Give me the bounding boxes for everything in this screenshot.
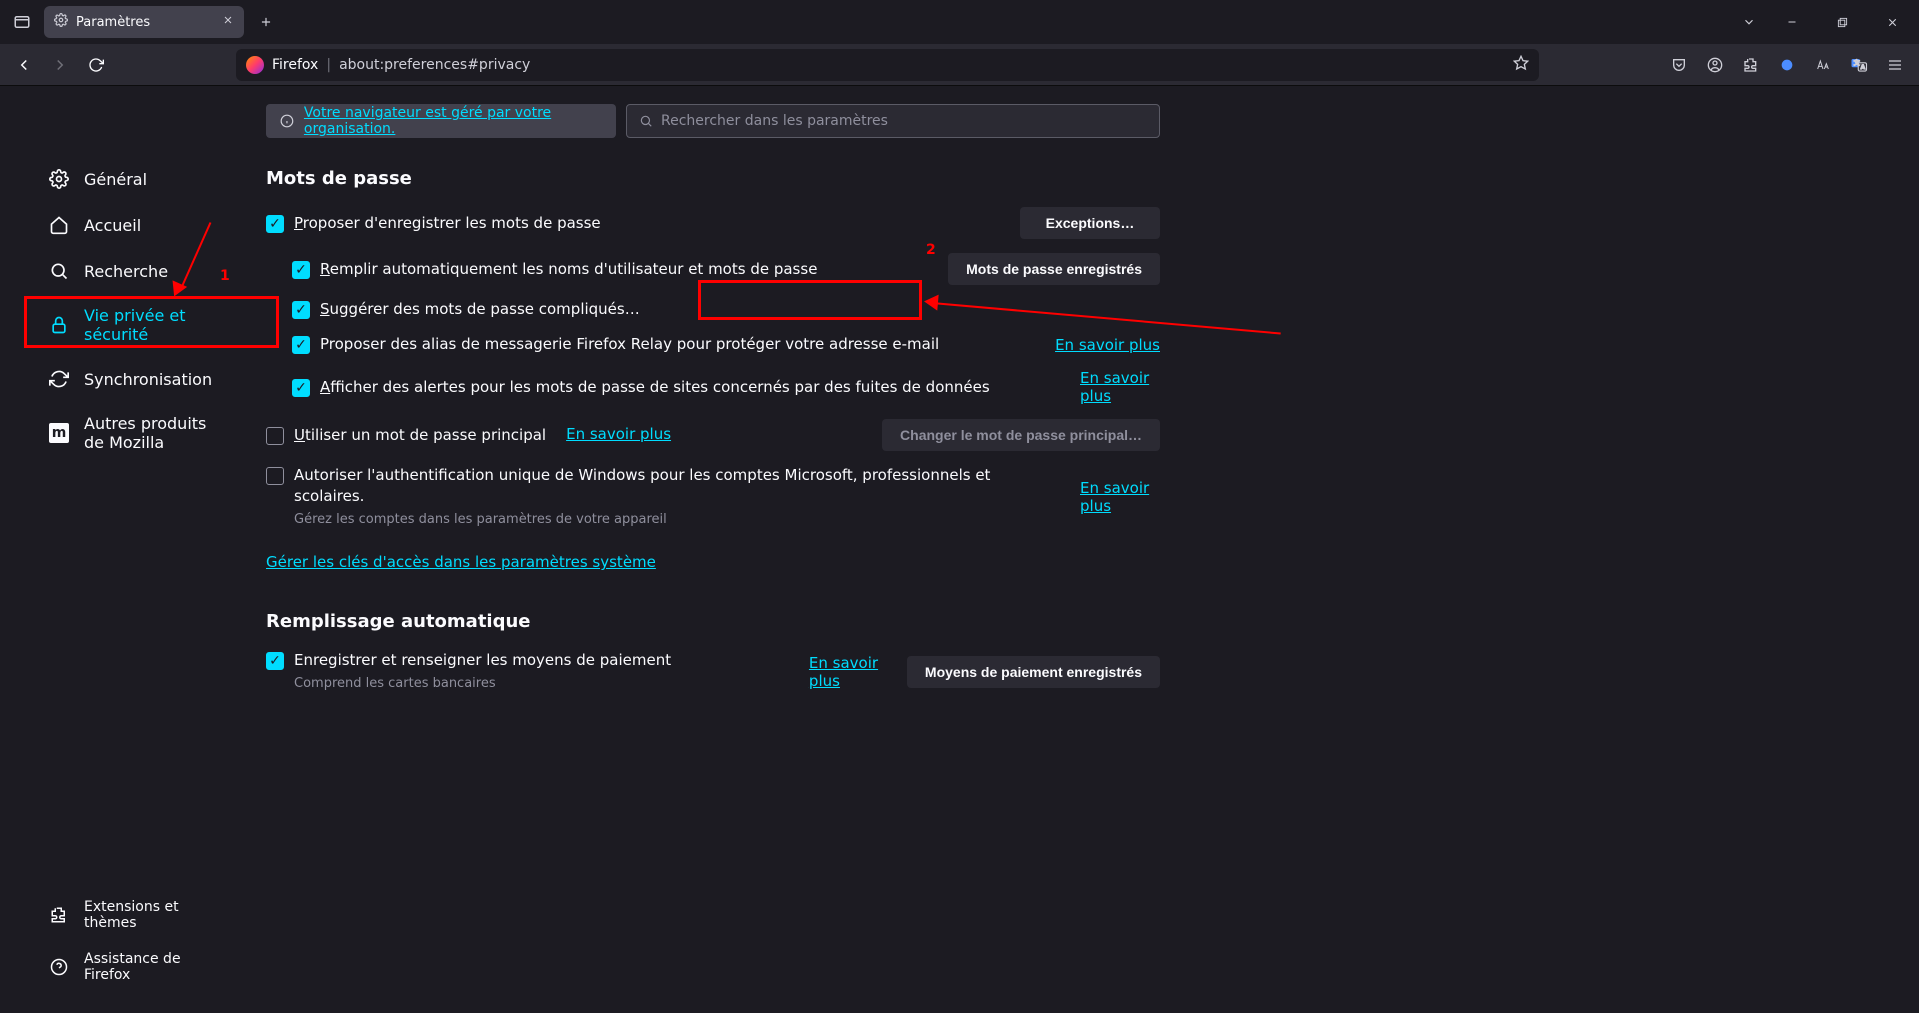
forward-button[interactable] <box>44 49 76 81</box>
bookmark-star-icon[interactable] <box>1513 55 1529 75</box>
tab-active[interactable]: Paramètres <box>44 6 244 38</box>
translate-icon[interactable]: 文A <box>1843 49 1875 81</box>
checkbox-save-passwords[interactable] <box>266 215 284 233</box>
opt-payment-label: Enregistrer et renseigner les moyens de … <box>294 650 791 671</box>
sidebar-item-label: Autres produits de Mozilla <box>84 414 222 452</box>
sidebar-item-label: Synchronisation <box>84 370 212 389</box>
learn-more-link[interactable]: En savoir plus <box>1080 479 1160 515</box>
pocket-icon[interactable] <box>1663 49 1695 81</box>
checkbox-relay[interactable] <box>292 336 310 354</box>
learn-more-link[interactable]: En savoir plus <box>809 654 889 690</box>
hamburger-menu-icon[interactable] <box>1879 49 1911 81</box>
gear-icon <box>48 168 70 190</box>
sidebar-item-label: Extensions et thèmes <box>84 899 222 931</box>
checkbox-autofill[interactable] <box>292 261 310 279</box>
gear-icon <box>54 13 68 31</box>
checkbox-save-payment[interactable] <box>266 652 284 670</box>
puzzle-icon <box>48 904 70 926</box>
svg-text:文: 文 <box>1853 59 1861 67</box>
annotation-number-1: 1 <box>220 268 230 284</box>
account-icon[interactable] <box>1699 49 1731 81</box>
saved-payment-button[interactable]: Moyens de paiement enregistrés <box>907 656 1160 688</box>
sidebar-item-search[interactable]: Recherche <box>0 248 240 294</box>
addon-icon[interactable] <box>1771 49 1803 81</box>
sidebar-item-general[interactable]: Général <box>0 156 240 202</box>
sidebar-item-label: Général <box>84 170 147 189</box>
exceptions-button[interactable]: Exceptions… <box>1020 207 1160 239</box>
help-icon <box>48 956 70 978</box>
saved-passwords-button[interactable]: Mots de passe enregistrés <box>948 253 1160 285</box>
checkbox-breach[interactable] <box>292 379 310 397</box>
sidebar-item-mozilla[interactable]: m Autres produits de Mozilla <box>0 402 240 464</box>
sidebar-item-home[interactable]: Accueil <box>0 202 240 248</box>
checkbox-suggest-strong[interactable] <box>292 301 310 319</box>
opt-relay-label: Proposer des alias de messagerie Firefox… <box>320 334 1037 355</box>
mozilla-icon: m <box>48 422 70 444</box>
opt-sso-label: Autoriser l'authentification unique de W… <box>294 465 1062 507</box>
checkbox-primary-password[interactable] <box>266 427 284 445</box>
home-icon <box>48 214 70 236</box>
sidebar-item-extensions[interactable]: Extensions et thèmes <box>0 889 240 941</box>
learn-more-link[interactable]: En savoir plus <box>1080 369 1160 405</box>
opt-suggest-label: uggérer des mots de passe compliqués… <box>330 300 640 318</box>
sidebar-item-sync[interactable]: Synchronisation <box>0 356 240 402</box>
search-settings-input[interactable]: Rechercher dans les paramètres <box>626 104 1160 138</box>
url-bar[interactable]: Firefox | about:preferences#privacy <box>236 49 1539 81</box>
info-icon <box>280 113 294 129</box>
url-address: about:preferences#privacy <box>339 57 1505 73</box>
sidebar-item-help[interactable]: Assistance de Firefox <box>0 941 240 993</box>
learn-more-link[interactable]: En savoir plus <box>566 425 671 443</box>
lock-icon <box>48 314 70 336</box>
org-link[interactable]: Votre navigateur est géré par votre orga… <box>304 105 602 137</box>
opt-breach-label: fficher des alertes pour les mots de pas… <box>330 378 989 396</box>
extensions-icon[interactable] <box>1735 49 1767 81</box>
section-title-passwords: Mots de passe <box>266 168 1160 189</box>
search-icon <box>639 114 653 128</box>
tab-title: Paramètres <box>76 15 150 30</box>
opt-primary-label: tiliser un mot de passe principal <box>305 426 546 444</box>
close-window-button[interactable] <box>1869 0 1915 44</box>
back-button[interactable] <box>8 49 40 81</box>
sidebar-item-label: Recherche <box>84 262 168 281</box>
manage-passkeys-link[interactable]: Gérer les clés d'accès dans les paramètr… <box>266 553 656 571</box>
annotation-number-2: 2 <box>926 242 936 258</box>
sync-icon <box>48 368 70 390</box>
sidebar: Général Accueil Recherche Vie privée et … <box>0 86 240 1013</box>
annotation-arrowhead-2 <box>923 293 938 310</box>
nav-toolbar: Firefox | about:preferences#privacy 文A <box>0 44 1919 86</box>
tab-overview-icon[interactable] <box>8 8 36 36</box>
learn-more-link[interactable]: En savoir plus <box>1055 336 1160 354</box>
reload-button[interactable] <box>80 49 112 81</box>
content-area: Général Accueil Recherche Vie privée et … <box>0 86 1919 1013</box>
font-size-icon[interactable] <box>1807 49 1839 81</box>
url-brand: Firefox <box>272 57 318 73</box>
opt-save-label: roposer d'enregistrer les mots de passe <box>303 214 601 232</box>
sidebar-item-label: Assistance de Firefox <box>84 951 222 983</box>
close-icon[interactable] <box>222 14 234 30</box>
org-managed-banner: Votre navigateur est géré par votre orga… <box>266 104 616 138</box>
minimize-button[interactable] <box>1769 0 1815 44</box>
search-icon <box>48 260 70 282</box>
sidebar-item-label: Vie privée et sécurité <box>84 306 222 344</box>
firefox-icon <box>246 56 264 74</box>
search-placeholder: Rechercher dans les paramètres <box>661 113 888 129</box>
new-tab-button[interactable] <box>250 6 282 38</box>
change-primary-password-button[interactable]: Changer le mot de passe principal… <box>882 419 1160 451</box>
opt-payment-sublabel: Comprend les cartes bancaires <box>294 675 791 693</box>
opt-sso-sublabel: Gérez les comptes dans les paramètres de… <box>294 511 1062 529</box>
sidebar-item-privacy[interactable]: Vie privée et sécurité <box>0 294 240 356</box>
opt-autofill-label: emplir automatiquement les noms d'utilis… <box>330 260 818 278</box>
section-title-autofill: Remplissage automatique <box>266 611 1160 632</box>
svg-text:A: A <box>1861 63 1866 70</box>
tab-list-chevron-icon[interactable] <box>1733 0 1765 44</box>
checkbox-windows-sso[interactable] <box>266 467 284 485</box>
sidebar-item-label: Accueil <box>84 216 141 235</box>
title-bar: Paramètres <box>0 0 1919 44</box>
main-panel: Votre navigateur est géré par votre orga… <box>240 86 1160 1013</box>
maximize-button[interactable] <box>1819 0 1865 44</box>
